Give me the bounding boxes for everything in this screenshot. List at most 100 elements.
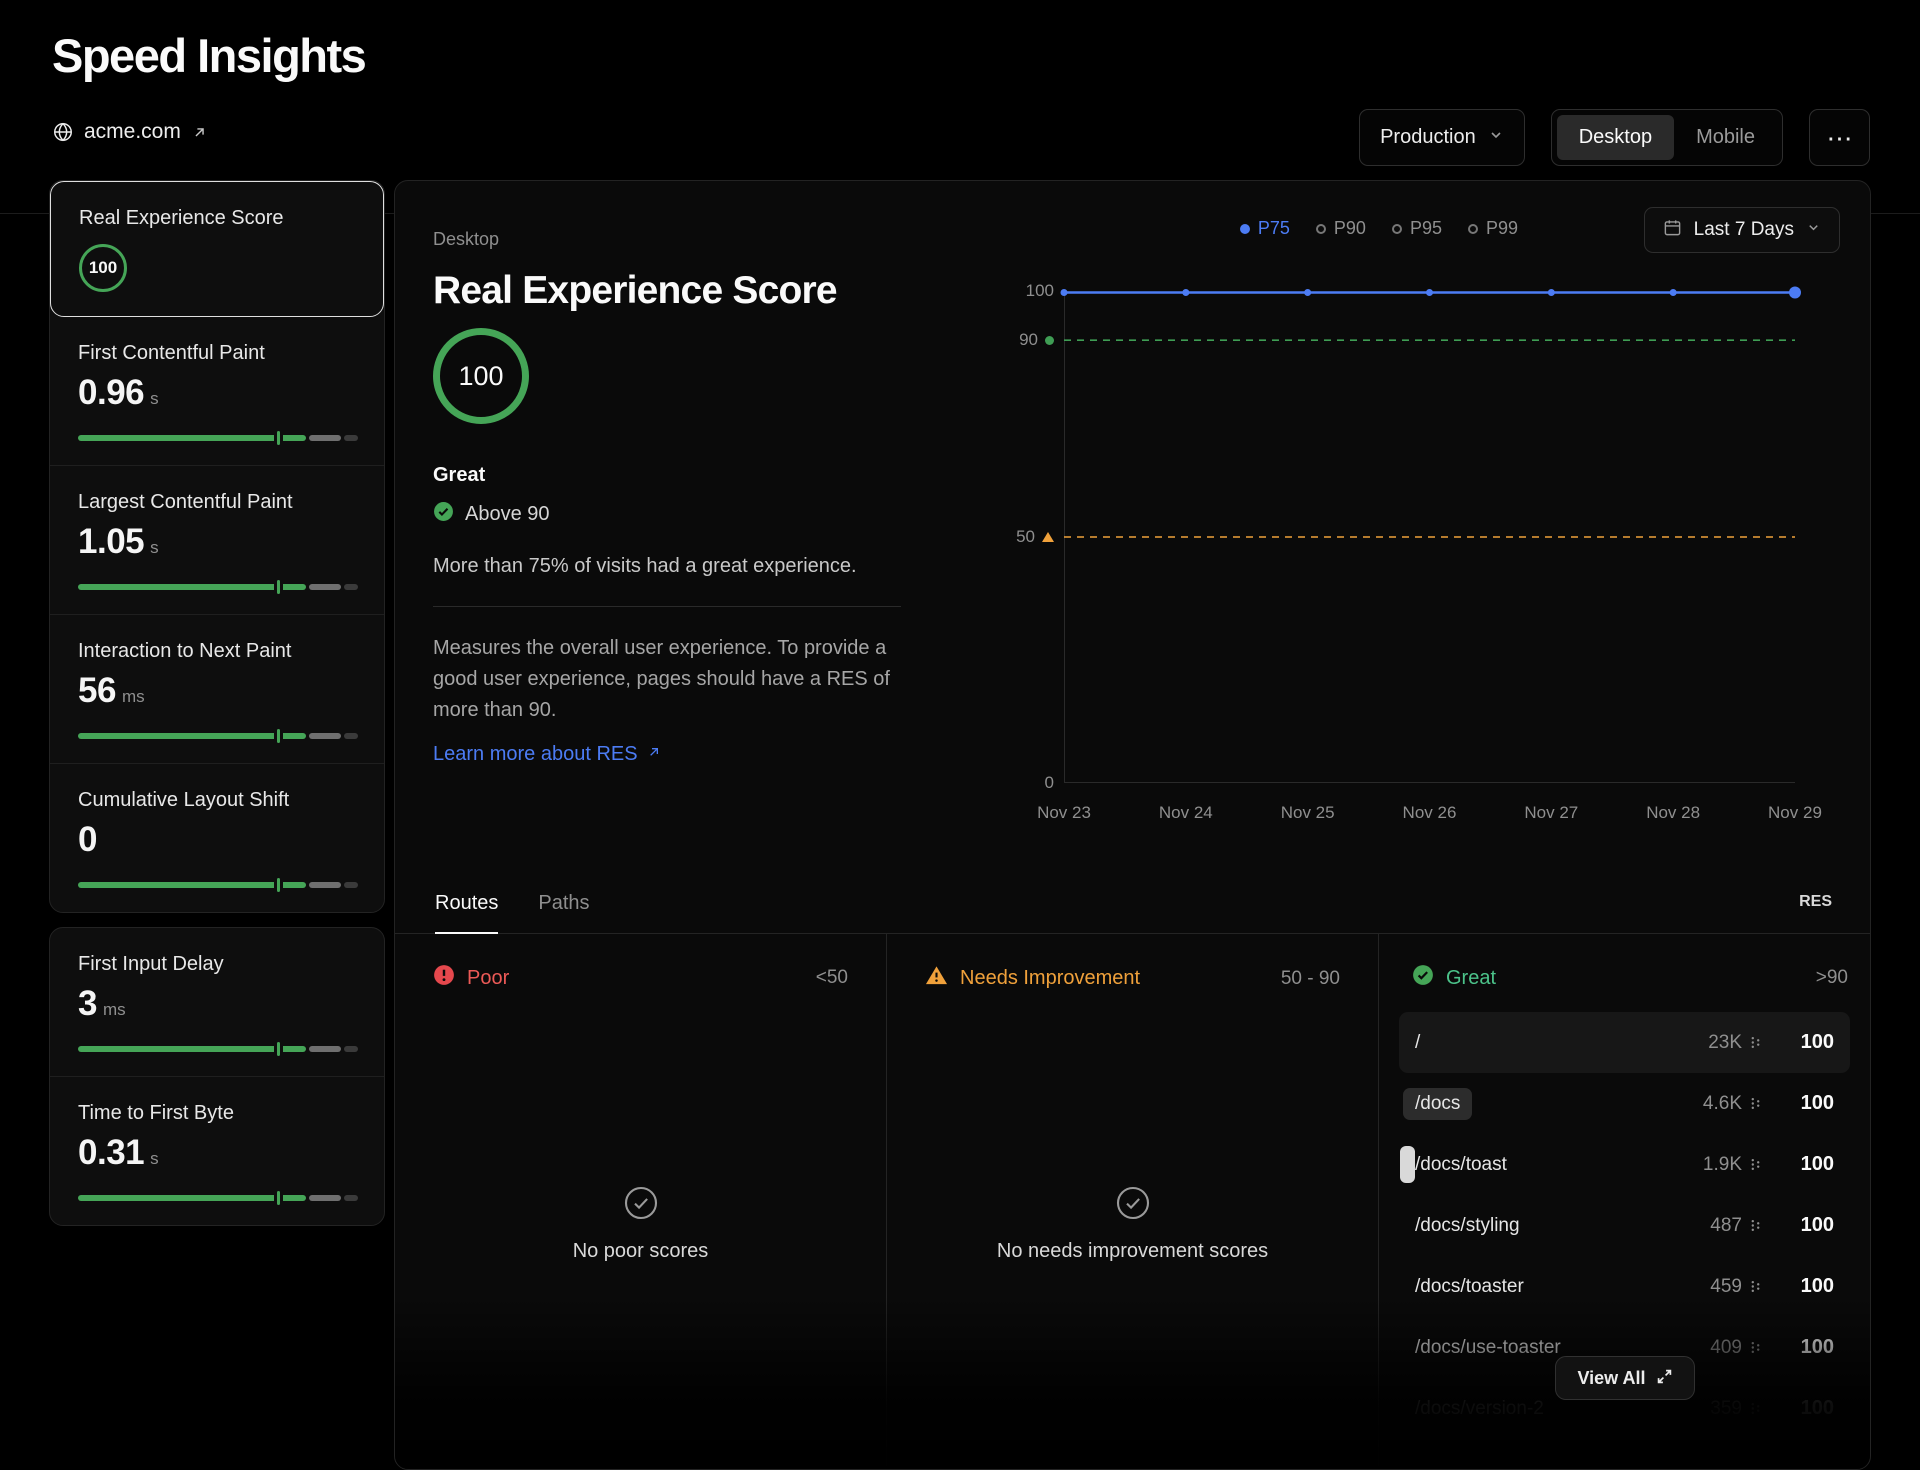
route-path: /docs/use-toaster [1415,1337,1561,1359]
chevron-down-icon [1488,126,1504,149]
route-visits: 359 [1710,1398,1742,1420]
visits-breakdown-icon [1749,1036,1762,1049]
legend-item[interactable]: P99 [1468,218,1518,239]
metric-label: Time to First Byte [78,1102,358,1125]
bar-good-segment [78,1195,306,1201]
bar-end-segment [344,1046,358,1052]
y-axis-tick: 100 [954,281,1054,301]
legend-dot-icon [1316,224,1326,234]
y-axis-tick: 50 [954,527,1054,547]
legend-item[interactable]: P75 [1240,218,1290,239]
route-visits: 23K [1708,1032,1742,1054]
metric-distribution-bar [78,1195,358,1201]
metric-value: 56 [78,671,116,711]
date-range-select[interactable]: Last 7 Days [1644,207,1840,253]
tab-label: Routes [435,892,498,915]
legend-item[interactable]: P90 [1316,218,1366,239]
metric-value: 0 [78,820,97,860]
metric-value-marker [274,1042,283,1056]
page-title: Speed Insights [52,28,365,83]
poor-column-title: Poor [467,967,509,990]
chart-plot[interactable] [1064,291,1795,783]
route-row[interactable]: /docs/toaster 459 100 [1399,1256,1850,1317]
res-score-circle: 100 [433,328,529,424]
device-toggle-option[interactable]: Desktop [1557,115,1674,160]
metric-unit: s [150,538,159,558]
x-axis-label: Nov 29 [1768,803,1822,823]
bar-end-segment [344,882,358,888]
sidebar-metric-card[interactable]: First Input Delay 3 ms [50,928,384,1076]
device-toggle-option[interactable]: Mobile [1674,115,1777,160]
route-row[interactable]: /docs/styling 487 100 [1399,1195,1850,1256]
calendar-icon [1663,218,1682,243]
tab-label: Paths [538,892,589,915]
route-score: 100 [1762,1031,1834,1054]
route-score: 100 [1762,1153,1834,1176]
x-axis-label: Nov 24 [1159,803,1213,823]
device-option-label: Mobile [1696,126,1755,149]
header-controls: Production Desktop Mobile ⋯ [1359,109,1870,166]
metric-value: 0.31 [78,1133,144,1173]
check-circle-icon [1412,964,1434,992]
bar-good-segment [78,733,306,739]
device-option-label: Desktop [1579,126,1652,149]
visits-breakdown-icon [1749,1219,1762,1232]
metric-distribution-bar [78,733,358,739]
legend-label: P90 [1334,218,1366,239]
device-toggle: Desktop Mobile [1551,109,1783,166]
check-circle-icon [433,501,454,528]
check-circle-outline-icon [623,1185,659,1226]
bar-mid-segment [309,584,340,590]
project-domain[interactable]: acme.com [52,120,208,144]
legend-item[interactable]: P95 [1392,218,1442,239]
legend-label: P75 [1258,218,1290,239]
metric-unit: s [150,1149,159,1169]
great-column-title: Great [1446,967,1496,990]
metrics-sidebar: Real Experience Score 100 First Contentf… [49,180,385,1226]
experience-summary: More than 75% of visits had a great expe… [433,555,857,578]
sidebar-metric-card[interactable]: First Contentful Paint 0.96 s [50,317,384,465]
route-score: 100 [1762,1092,1834,1115]
bar-end-segment [344,584,358,590]
sidebar-metric-card[interactable]: Time to First Byte 0.31 s [50,1076,384,1225]
route-score: 100 [1762,1397,1834,1420]
learn-more-link[interactable]: Learn more about RES [433,743,662,766]
more-options-button[interactable]: ⋯ [1809,109,1870,166]
bar-mid-segment [309,435,340,441]
chevron-down-icon [1806,219,1821,241]
sidebar-metric-card[interactable]: Interaction to Next Paint 56 ms [50,614,384,763]
needs-improvement-column-title: Needs Improvement [960,967,1140,990]
legend-dot-icon [1392,224,1402,234]
route-path: /docs [1403,1088,1472,1120]
tab[interactable]: Paths [538,871,589,933]
expand-icon [1657,1368,1672,1389]
view-all-button[interactable]: View All [1554,1356,1694,1400]
metric-label: First Contentful Paint [78,342,358,365]
bar-mid-segment [309,1046,340,1052]
sidebar-item-real-experience-score[interactable]: Real Experience Score 100 [50,181,384,317]
legend-dot-icon [1240,224,1250,234]
tab[interactable]: Routes [435,871,498,933]
bar-mid-segment [309,1195,340,1201]
environment-select[interactable]: Production [1359,109,1525,166]
route-path: /docs/version-2 [1415,1398,1544,1420]
route-row[interactable]: /docs/toast 1.9K 100 [1399,1134,1850,1195]
route-visits: 487 [1710,1215,1742,1237]
globe-icon [52,121,74,143]
bar-good-segment [78,584,306,590]
sidebar-metric-card[interactable]: Cumulative Layout Shift 0 [50,763,384,912]
metric-value-marker [274,878,283,892]
alert-circle-icon [433,964,455,992]
metric-label: Largest Contentful Paint [78,491,358,514]
route-row[interactable]: /docs 4.6K 100 [1399,1073,1850,1134]
metric-label: Interaction to Next Paint [78,640,358,663]
metric-label: Cumulative Layout Shift [78,789,358,812]
sidebar-metric-card[interactable]: Largest Contentful Paint 1.05 s [50,465,384,614]
metric-value: 1.05 [78,522,144,562]
environment-label: Production [1380,126,1476,149]
metric-distribution-bar [78,584,358,590]
route-row[interactable]: / 23K 100 [1399,1012,1850,1073]
metrics-group-core: Real Experience Score 100 First Contentf… [49,180,385,913]
percentile-legend: P75 P90 P95 P99 [1240,218,1518,239]
metrics-group1-items: First Contentful Paint 0.96 s Largest Co… [50,317,384,912]
